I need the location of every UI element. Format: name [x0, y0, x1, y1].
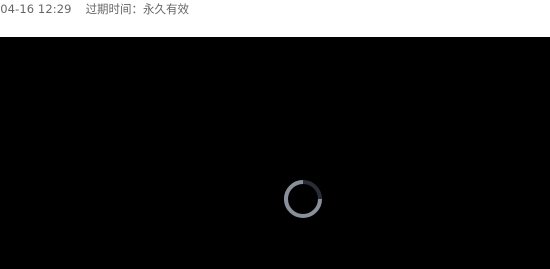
video-player[interactable] — [0, 37, 550, 269]
expiration-text: 过期时间：永久有效 — [85, 2, 190, 16]
page-header: -04-16 12:29 过期时间：永久有效 — [0, 0, 550, 37]
publish-date: -04-16 12:29 — [0, 2, 72, 16]
meta-row: -04-16 12:29 过期时间：永久有效 — [0, 2, 189, 16]
loading-spinner-icon — [284, 180, 322, 218]
